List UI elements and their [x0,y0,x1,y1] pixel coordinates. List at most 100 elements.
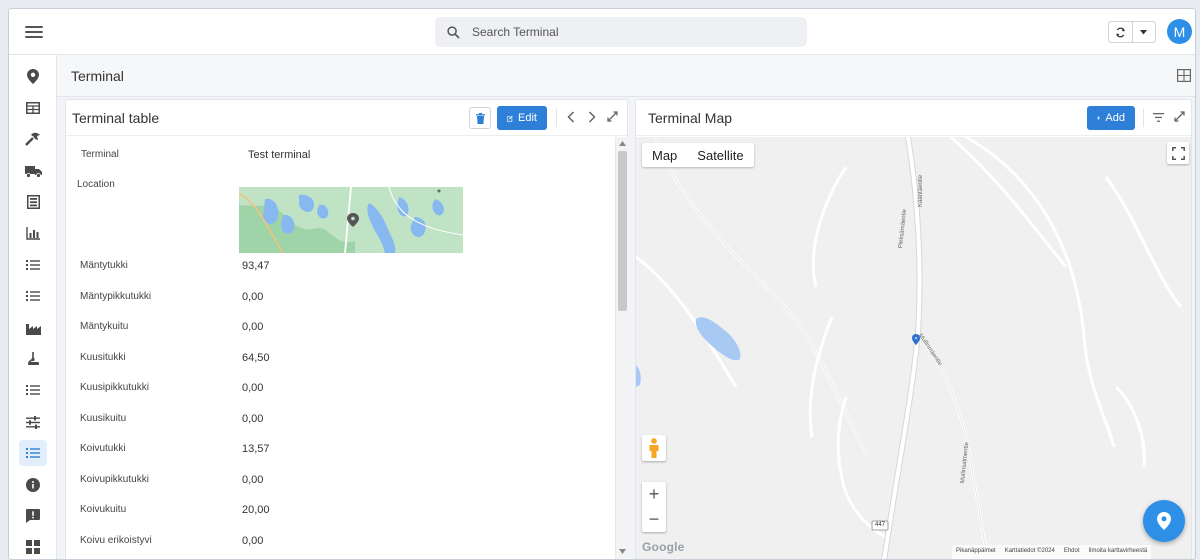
sidebar-item-transport[interactable] [19,158,47,184]
panel-header: Terminal Map Add [636,100,1191,136]
pegman-icon [649,438,659,458]
row-value: 13,57 [242,443,270,455]
row-value: 0,00 [242,413,264,425]
refresh-button[interactable] [1109,22,1132,42]
row-value: 0,00 [242,474,264,486]
row-value: 0,00 [242,382,264,394]
expand-icon[interactable] [607,111,618,122]
map-type-map[interactable]: Map [642,148,687,163]
sidebar-item-list-2[interactable] [19,283,47,309]
sidebar-item-table[interactable] [19,95,47,121]
attribution-terms[interactable]: Ehdot [1064,548,1080,556]
tools-icon [25,132,40,146]
map-view[interactable]: Pieksämäentie Kääntäentie Mullinmäentie … [636,137,1191,560]
sidebar-item-info[interactable] [19,472,47,498]
map-type-satellite[interactable]: Satellite [687,148,753,163]
table-row: Terminal Test terminal [66,149,614,179]
attribution-shortcuts[interactable]: Pikanäppäimet [956,548,996,556]
divider [556,109,557,127]
row-value: 0,00 [242,291,264,303]
sidebar-item-tools[interactable] [19,126,47,152]
scroll-up-icon[interactable] [619,141,626,146]
sidebar-item-feedback[interactable] [19,503,47,529]
page-header: Terminal [57,55,1195,97]
edit-button[interactable]: Edit [497,106,547,130]
chevron-left-icon[interactable] [567,111,575,123]
delete-button[interactable] [469,107,491,129]
zoom-control: + − [642,482,666,532]
list-icon [26,260,40,270]
user-avatar[interactable]: M [1167,19,1192,44]
sidebar-item-list-3[interactable] [19,377,47,403]
zoom-out-button[interactable]: − [642,507,666,532]
table-row: Kuusitukki 64,50 [66,352,614,382]
chevron-right-icon[interactable] [588,111,596,123]
table-row: Koivu erikoistyvi 0,00 [66,535,614,559]
table-scrollbar[interactable] [615,137,628,559]
sidebar-item-settings[interactable] [19,409,47,435]
search-bar[interactable] [435,17,807,47]
street-view-button[interactable] [642,435,666,461]
sidebar-item-factories[interactable] [19,315,47,341]
edit-button-label: Edit [518,112,537,124]
table-row: Kuusikuitu 0,00 [66,413,614,443]
layout-grid-icon[interactable] [1177,69,1191,82]
row-label: Koivupikkutukki [80,474,149,485]
refresh-interval-dropdown[interactable] [1131,22,1156,42]
fullscreen-icon [1171,146,1185,160]
sliders-icon [26,415,40,429]
search-icon [447,25,460,39]
row-label: Koivu erikoistyvi [80,535,152,546]
apps-grid-icon [26,540,40,554]
chart-icon [26,226,40,240]
panel-header: Terminal table Edit [66,100,627,136]
table-row: Koivupikkutukki 0,00 [66,474,614,504]
feedback-icon [26,509,40,523]
fullscreen-button[interactable] [1167,142,1189,164]
table-row: Kuusipikkutukki 0,00 [66,382,614,412]
table-row: Koivutukki 13,57 [66,443,614,473]
sidebar-item-apps[interactable] [19,534,47,559]
map-canvas[interactable] [636,137,1191,560]
road-label: Kääntäentie [918,174,924,207]
row-value: 0,00 [242,535,264,547]
add-button-label: Add [1105,112,1125,124]
search-input[interactable] [472,25,772,39]
sidebar-item-machines[interactable] [19,346,47,372]
menu-icon[interactable] [25,23,43,41]
sidebar-item-locations[interactable] [19,63,47,89]
sidebar-item-reports[interactable] [19,220,47,246]
location-fab-button[interactable] [1143,500,1185,542]
add-button[interactable]: Add [1087,106,1135,130]
location-pin-icon [27,68,39,84]
map-type-control: Map Satellite [642,143,754,167]
sidebar-item-forms[interactable] [19,189,47,215]
sidebar-item-terminals[interactable] [19,440,47,466]
top-bar: M [9,9,1195,55]
plus-icon [1097,116,1101,120]
caret-down-icon [1140,29,1148,34]
sidebar [9,55,57,559]
filter-icon[interactable] [1153,113,1164,122]
zoom-in-button[interactable]: + [642,482,666,507]
row-value: Test terminal [248,149,311,161]
scrollbar-thumb[interactable] [618,151,627,311]
location-map-thumbnail[interactable] [239,187,463,253]
table-row: Mäntykuitu 0,00 [66,321,614,351]
scroll-down-icon[interactable] [619,549,626,554]
expand-icon[interactable] [1174,111,1185,122]
terminal-map-panel: Terminal Map Add Pieksämäentie Kääntäent… [635,99,1192,560]
attribution-report-error[interactable]: Ilmoita karttavirheestä [1089,548,1148,556]
panel-title: Terminal Map [648,110,733,126]
attribution-map-data: Karttatiedot ©2024 [1004,548,1055,554]
route-number: 447 [875,522,886,528]
row-label: Mäntytukki [80,260,128,271]
row-label: Koivukuitu [80,504,127,515]
row-label: Terminal [81,149,119,160]
location-pin-icon [1157,512,1171,530]
sidebar-item-list-1[interactable] [19,252,47,278]
terminal-details-table: Terminal Test terminal Location Mäntytuk… [66,137,614,559]
table-icon [26,102,40,114]
terminal-table-panel: Terminal table Edit Terminal Test termin… [65,99,628,559]
refresh-control [1108,21,1156,43]
